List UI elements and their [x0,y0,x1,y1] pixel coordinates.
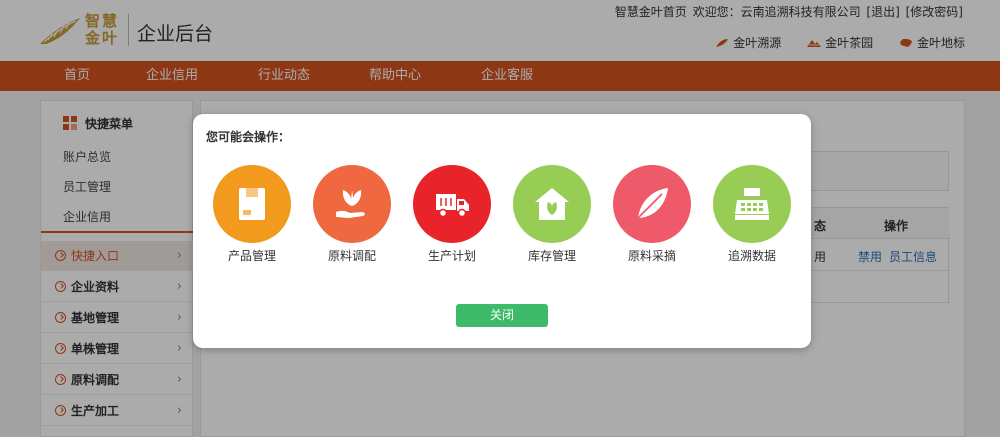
dialog-title: 您可能会操作： [206,130,291,144]
plant-hand-icon [313,165,391,243]
op-inventory-management[interactable]: 库存管理 [502,165,602,275]
op-label: 产品管理 [227,249,276,263]
op-traceability-data[interactable]: 追溯数据 [702,165,802,275]
op-label: 生产计划 [427,249,476,263]
warehouse-icon [513,165,591,243]
op-product-management[interactable]: 产品管理 [202,165,302,275]
close-button[interactable]: 关闭 [456,304,548,327]
op-production-plan[interactable]: 生产计划 [402,165,502,275]
truck-icon [413,165,491,243]
leaf-icon [613,165,691,243]
quick-actions-dialog: 您可能会操作： 产品管理 原料调配 生产计划 库存管理 原料采摘 追溯数据 关闭 [193,114,811,348]
cash-register-icon [713,165,791,243]
op-material-allocation[interactable]: 原料调配 [302,165,402,275]
op-label: 库存管理 [527,249,576,263]
op-material-picking[interactable]: 原料采摘 [602,165,702,275]
op-label: 原料采摘 [627,249,676,263]
op-label: 追溯数据 [727,249,776,263]
box-icon [213,165,291,243]
op-label: 原料调配 [327,249,376,263]
